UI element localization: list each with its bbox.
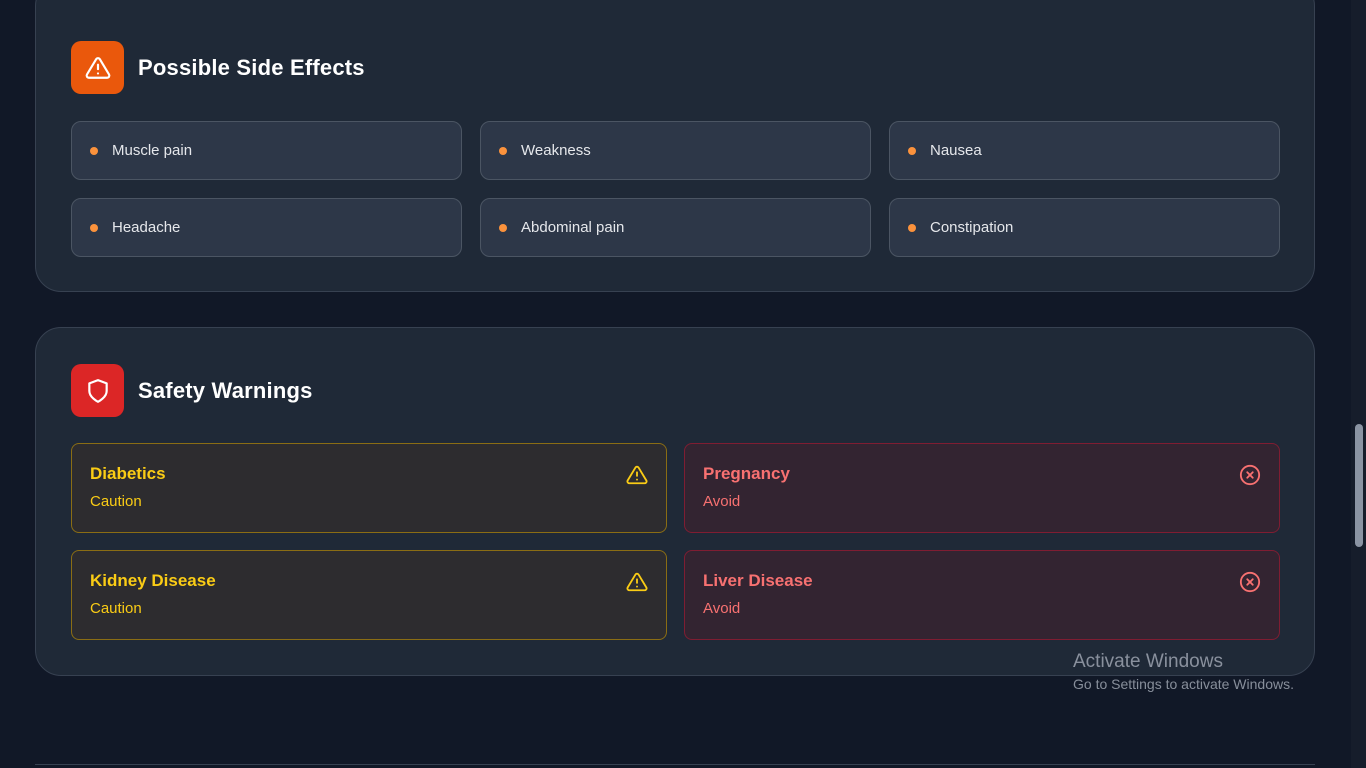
side-effect-item: Weakness [480,121,871,180]
warning-title: Liver Disease [703,571,813,590]
side-effect-label: Muscle pain [112,142,193,159]
bullet-dot-icon [908,146,916,155]
warning-triangle-icon [71,41,124,94]
side-effect-item: Constipation [889,198,1280,257]
side-effects-header: Possible Side Effects [71,41,365,94]
warning-level: Caution [90,600,142,617]
side-effect-item: Nausea [889,121,1280,180]
side-effects-title: Possible Side Effects [138,54,365,80]
warning-item-liver-disease: Liver Disease Avoid [684,550,1280,640]
side-effect-label: Headache [112,219,181,236]
bullet-dot-icon [90,223,98,232]
warning-title: Diabetics [90,464,166,483]
warning-triangle-icon [626,465,648,485]
shield-icon [71,364,124,417]
warning-level: Caution [90,493,142,510]
side-effect-item: Abdominal pain [480,198,871,257]
warning-item-diabetics: Diabetics Caution [71,443,667,533]
safety-warnings-title: Safety Warnings [138,377,313,403]
side-effect-label: Nausea [930,142,982,159]
activate-windows-watermark: Activate Windows Go to Settings to activ… [1073,651,1294,692]
warning-item-pregnancy: Pregnancy Avoid [684,443,1280,533]
watermark-subtitle: Go to Settings to activate Windows. [1073,676,1294,692]
side-effects-card: Possible Side Effects Muscle pain Weakne… [35,0,1315,292]
x-circle-icon [1239,464,1261,486]
x-circle-icon [1239,571,1261,593]
warning-triangle-icon [626,572,648,592]
safety-warnings-list: Diabetics Caution Pregnancy Avoid Kidney… [71,443,1280,640]
bullet-dot-icon [499,146,507,155]
warning-level: Avoid [703,493,741,510]
side-effect-item: Headache [71,198,462,257]
safety-warnings-card: Safety Warnings Diabetics Caution Pregna… [35,327,1315,676]
vertical-scrollbar[interactable] [1351,0,1366,768]
section-divider [35,764,1315,765]
side-effect-label: Constipation [930,219,1014,236]
warning-title: Pregnancy [703,464,790,483]
side-effect-item: Muscle pain [71,121,462,180]
warning-item-kidney-disease: Kidney Disease Caution [71,550,667,640]
safety-warnings-header: Safety Warnings [71,364,313,417]
bullet-dot-icon [908,223,916,232]
side-effect-label: Abdominal pain [521,219,625,236]
watermark-title: Activate Windows [1073,651,1223,672]
page: Possible Side Effects Muscle pain Weakne… [0,0,1366,768]
warning-level: Avoid [703,600,741,617]
warning-title: Kidney Disease [90,571,216,590]
scrollbar-thumb[interactable] [1355,424,1363,547]
bullet-dot-icon [90,146,98,155]
bullet-dot-icon [499,223,507,232]
side-effect-label: Weakness [521,142,591,159]
side-effects-list: Muscle pain Weakness Nausea Headache Abd… [71,121,1280,257]
